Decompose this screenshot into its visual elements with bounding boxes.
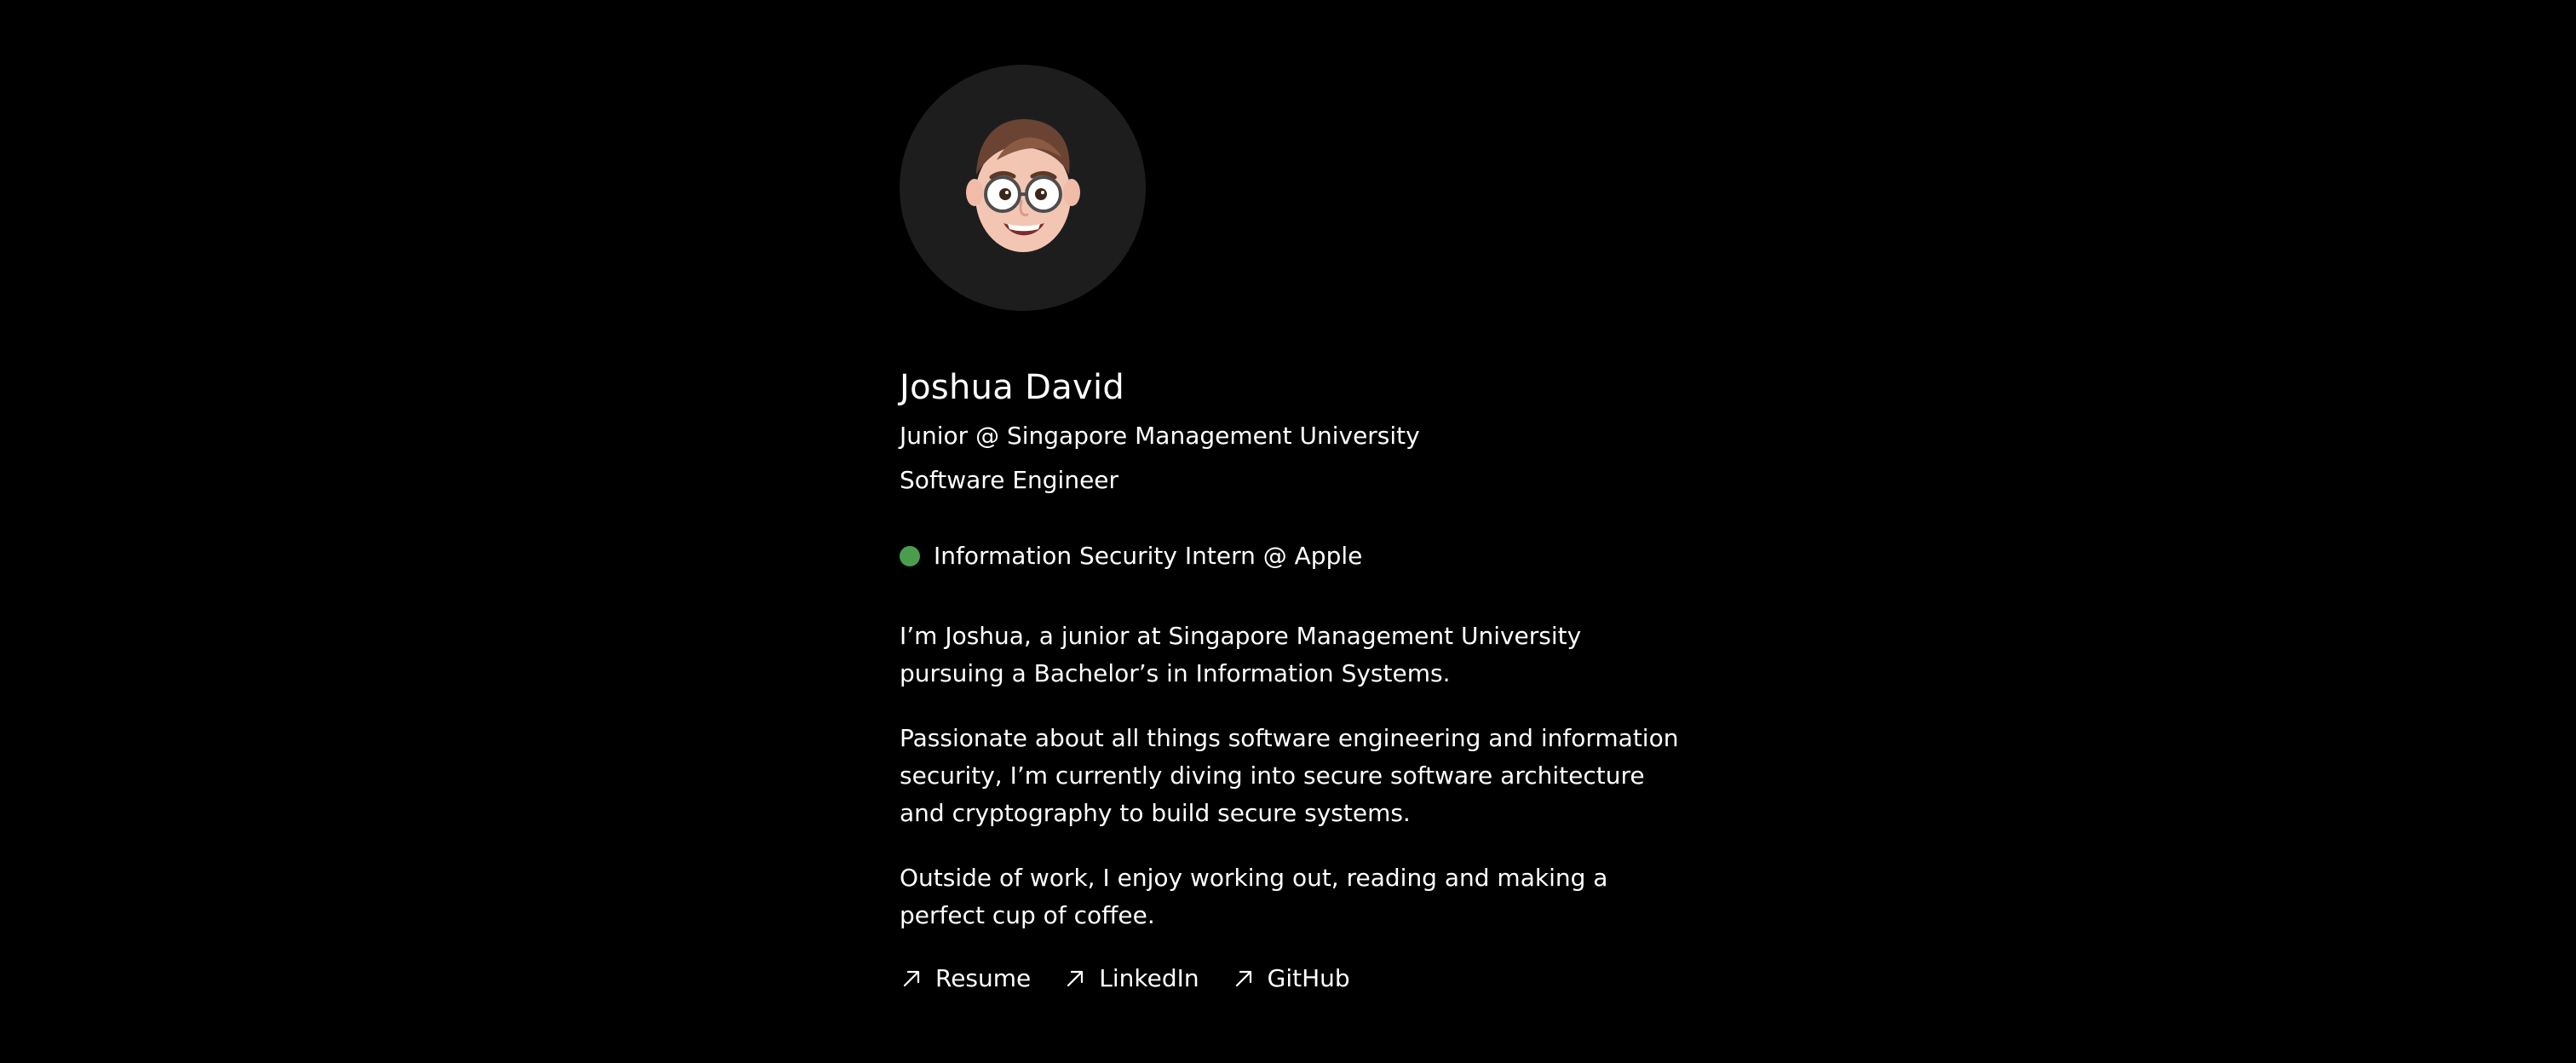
arrow-up-right-icon — [903, 970, 920, 987]
bio-paragraph: I’m Joshua, a junior at Singapore Manage… — [900, 622, 1582, 687]
portfolio-page: Joshua David Junior @ Singapore Manageme… — [0, 0, 2576, 1063]
resume-link[interactable]: Resume — [900, 964, 1031, 993]
resume-link-label: Resume — [935, 964, 1032, 992]
github-link[interactable]: GitHub — [1232, 964, 1350, 993]
status-text: Information Security Intern @ Apple — [934, 542, 1363, 570]
profile-education: Junior @ Singapore Management University — [900, 422, 1420, 450]
linkedin-link-label: LinkedIn — [1099, 964, 1199, 992]
status-dot — [900, 546, 920, 566]
bio-paragraph: Passionate about all things software eng… — [900, 724, 1679, 827]
bio-section: I’m Joshua, a junior at Singapore Manage… — [900, 618, 1683, 934]
linkedin-link[interactable]: LinkedIn — [1063, 964, 1199, 993]
avatar — [900, 65, 1146, 311]
bio-paragraph: Outside of work, I enjoy working out, re… — [900, 864, 1608, 929]
current-status: Information Security Intern @ Apple — [900, 541, 1683, 572]
memoji-avatar-icon — [966, 118, 1080, 252]
profile-role: Software Engineer — [900, 466, 1119, 494]
profile-name: Joshua David — [900, 368, 1125, 407]
arrow-up-right-icon — [1235, 970, 1251, 987]
profile-links: Resume LinkedIn GitHub — [900, 962, 1683, 996]
arrow-up-right-icon — [1067, 970, 1084, 987]
profile-section: Joshua David Junior @ Singapore Manageme… — [900, 65, 1683, 996]
github-link-label: GitHub — [1267, 964, 1350, 992]
